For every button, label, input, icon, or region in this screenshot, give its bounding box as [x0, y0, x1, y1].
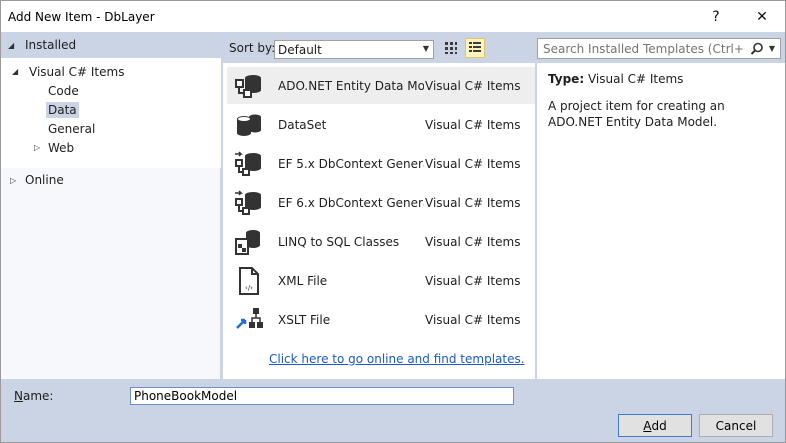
- template-item-ef6-dbcontext-generator[interactable]: EF 6.x DbContext Generator Visual C# Ite…: [227, 184, 535, 221]
- sort-toolbar: Sort by: Default ▼: [223, 32, 535, 63]
- type-line: Type: Visual C# Items: [548, 72, 774, 86]
- tree-item-code[interactable]: Code: [48, 81, 79, 100]
- online-label: Online: [25, 173, 64, 187]
- template-item-dataset[interactable]: DataSet Visual C# Items: [227, 106, 535, 143]
- ef-generator-icon: [235, 151, 261, 176]
- template-description: A project item for creating an ADO.NET E…: [548, 99, 725, 129]
- dataset-icon: [237, 114, 261, 136]
- collapse-arrow-icon: ◢: [8, 40, 15, 50]
- close-icon: ✕: [756, 8, 768, 25]
- template-name: XSLT File: [278, 312, 331, 327]
- online-templates-link[interactable]: Click here to go online and find templat…: [269, 352, 525, 366]
- online-node[interactable]: ▷ Online: [1, 169, 221, 191]
- dialog-body: ◢ Installed ◢ Visual C# Items Code Data …: [1, 32, 785, 379]
- template-item-ef5-dbcontext-generator[interactable]: EF 5.x DbContext Generator Visual C# Ite…: [227, 145, 535, 182]
- installed-node[interactable]: ◢ Installed: [1, 32, 221, 58]
- category-tree: ◢ Visual C# Items Code Data General ▷ We…: [1, 58, 221, 168]
- help-icon: ?: [712, 8, 720, 25]
- sort-by-value: Default: [278, 42, 322, 57]
- add-button[interactable]: Add: [618, 414, 692, 437]
- cancel-button[interactable]: Cancel: [699, 414, 773, 437]
- tree-item-web[interactable]: ▷ Web: [34, 138, 74, 157]
- template-item-linq-to-sql-classes[interactable]: LINQ to SQL Classes Visual C# Items: [227, 223, 535, 260]
- tree-item-visual-csharp-items[interactable]: ◢ Visual C# Items: [12, 62, 124, 81]
- details-view-button[interactable]: [465, 38, 485, 58]
- template-name: XML File: [278, 273, 328, 288]
- template-category: Visual C# Items: [425, 195, 521, 210]
- cancel-label: Cancel: [715, 418, 757, 433]
- sort-by-dropdown[interactable]: Default ▼: [274, 40, 434, 59]
- tree-item-label: Web: [48, 140, 75, 155]
- title-bar: Add New Item - DbLayer ? ✕: [1, 1, 785, 32]
- name-label-rest: ame:: [22, 389, 54, 403]
- ef-generator-icon: [235, 190, 261, 215]
- template-details-panel: Type: Visual C# Items A project item for…: [537, 63, 785, 379]
- template-category: Visual C# Items: [425, 312, 521, 327]
- add-accelerator: A: [643, 418, 652, 433]
- add-new-item-dialog: Add New Item - DbLayer ? ✕ ◢ Installed ◢…: [0, 0, 786, 443]
- name-input[interactable]: [130, 387, 514, 405]
- bottom-bar: Name: Add Cancel: [1, 379, 785, 442]
- template-item-xslt-file[interactable]: XSLT File Visual C# Items: [227, 301, 535, 338]
- expand-arrow-icon: ▷: [10, 175, 17, 185]
- tree-item-label: Data: [46, 101, 79, 118]
- template-category: Visual C# Items: [425, 117, 521, 132]
- template-name: EF 6.x DbContext Generator: [278, 195, 424, 210]
- tree-item-label: General: [48, 121, 96, 136]
- name-label-accelerator: N: [14, 389, 23, 403]
- close-button[interactable]: ✕: [739, 1, 785, 32]
- add-label-rest: dd: [651, 418, 667, 433]
- tree-item-label: Visual C# Items: [29, 64, 125, 79]
- template-name: DataSet: [278, 117, 327, 132]
- chevron-down-icon: ▼: [422, 44, 429, 53]
- category-panel: ◢ Installed ◢ Visual C# Items Code Data …: [1, 32, 221, 379]
- search-input[interactable]: [541, 40, 746, 57]
- collapse-arrow-icon[interactable]: ◢: [12, 67, 22, 76]
- tree-item-general[interactable]: General: [48, 119, 95, 138]
- search-icon[interactable]: [750, 42, 764, 56]
- template-name: ADO.NET Entity Data Mo...: [278, 78, 424, 93]
- template-list: ADO.NET Entity Data Mo... Visual C# Item…: [223, 63, 535, 379]
- small-icons-view-button[interactable]: [441, 38, 461, 58]
- chevron-down-icon[interactable]: ▼: [769, 44, 775, 53]
- list-view-icon: [469, 42, 481, 52]
- template-category: Visual C# Items: [425, 156, 521, 171]
- xslt-file-icon: [236, 308, 263, 329]
- expand-arrow-icon[interactable]: ▷: [34, 143, 44, 152]
- template-item-xml-file[interactable]: ‹/› XML File Visual C# Items: [227, 262, 535, 299]
- name-label: Name:: [14, 389, 53, 403]
- template-category: Visual C# Items: [425, 273, 521, 288]
- entity-data-model-icon: [235, 75, 261, 98]
- window-title: Add New Item - DbLayer: [8, 9, 155, 24]
- template-item-ado-net-entity-data-model[interactable]: ADO.NET Entity Data Mo... Visual C# Item…: [227, 67, 535, 104]
- tree-item-data[interactable]: Data: [46, 100, 79, 119]
- template-name: LINQ to SQL Classes: [278, 234, 400, 249]
- search-box[interactable]: ▼: [537, 38, 781, 59]
- template-category: Visual C# Items: [425, 234, 521, 249]
- installed-label: Installed: [25, 38, 77, 52]
- type-value: Visual C# Items: [587, 72, 684, 86]
- xml-file-icon: ‹/›: [239, 267, 259, 295]
- type-label: Type:: [548, 72, 585, 86]
- template-name: EF 5.x DbContext Generator: [278, 156, 424, 171]
- tree-item-label: Code: [48, 83, 79, 98]
- grid-view-icon: [445, 42, 457, 54]
- svg-text:‹/›: ‹/›: [245, 284, 253, 292]
- sort-by-label: Sort by:: [229, 40, 276, 55]
- template-category: Visual C# Items: [425, 78, 521, 93]
- help-button[interactable]: ?: [693, 1, 739, 32]
- search-bar: ▼: [537, 32, 785, 63]
- linq-to-sql-icon: [235, 230, 260, 255]
